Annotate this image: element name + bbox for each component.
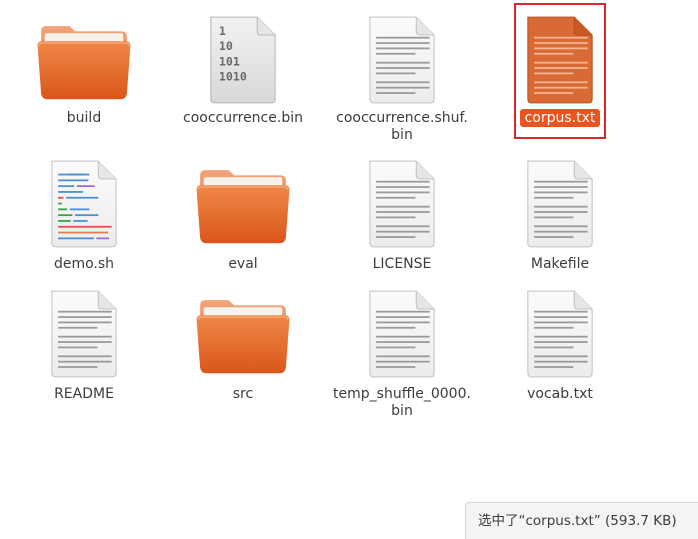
file-item[interactable]: build (5, 4, 163, 144)
file-item[interactable]: eval (164, 146, 322, 286)
folder-icon (193, 154, 293, 254)
svg-text:10: 10 (219, 39, 233, 53)
text-file-icon (352, 154, 452, 254)
file-name-label: corpus.txt (481, 109, 639, 127)
file-item[interactable]: src (164, 276, 322, 416)
file-item[interactable]: temp_shuffle_0000. bin (323, 276, 481, 419)
status-text: 选中了“corpus.txt” (593.7 KB) (478, 513, 677, 529)
file-name-label: README (54, 386, 114, 402)
text-file-icon (352, 10, 452, 110)
svg-text:1010: 1010 (219, 70, 247, 84)
file-item[interactable]: cooccurrence.shuf. bin (323, 4, 481, 144)
file-name-label: eval (228, 256, 258, 272)
script-file-icon (34, 154, 134, 254)
folder-icon (193, 284, 293, 384)
file-name-label: demo.sh (53, 256, 115, 272)
binary-file-icon: 1 10 101 1010 (193, 10, 293, 110)
file-item[interactable]: vocab.txt (481, 276, 639, 416)
text-file-icon (510, 284, 610, 384)
file-name-label: temp_shuffle_0000. bin (333, 386, 471, 419)
file-name-label: src (232, 386, 254, 402)
text-file-icon (352, 284, 452, 384)
file-item[interactable]: Makefile (481, 146, 639, 286)
file-name-label: Makefile (530, 256, 590, 272)
file-item[interactable]: corpus.txt (481, 4, 639, 144)
svg-text:101: 101 (219, 54, 240, 68)
file-name-label: vocab.txt (527, 386, 593, 402)
file-item[interactable]: 1 10 101 1010 cooccurrence.bin (164, 4, 322, 144)
file-name-label: cooccurrence.bin (183, 110, 303, 126)
file-name-label: build (66, 110, 102, 126)
text-file-icon (34, 284, 134, 384)
file-name-label: LICENSE (372, 256, 432, 272)
file-grid: build 1 10 101 1010 cooccurrence.bin cooccu… (0, 0, 698, 539)
file-name-label: cooccurrence.shuf. bin (336, 110, 468, 143)
status-bar: 选中了“corpus.txt” (593.7 KB) (465, 502, 698, 539)
file-item[interactable]: README (5, 276, 163, 416)
folder-icon (34, 10, 134, 110)
file-item[interactable]: LICENSE (323, 146, 481, 286)
text-file-icon (510, 10, 610, 110)
file-item[interactable]: demo.sh (5, 146, 163, 286)
svg-text:1: 1 (219, 24, 226, 38)
text-file-icon (510, 154, 610, 254)
